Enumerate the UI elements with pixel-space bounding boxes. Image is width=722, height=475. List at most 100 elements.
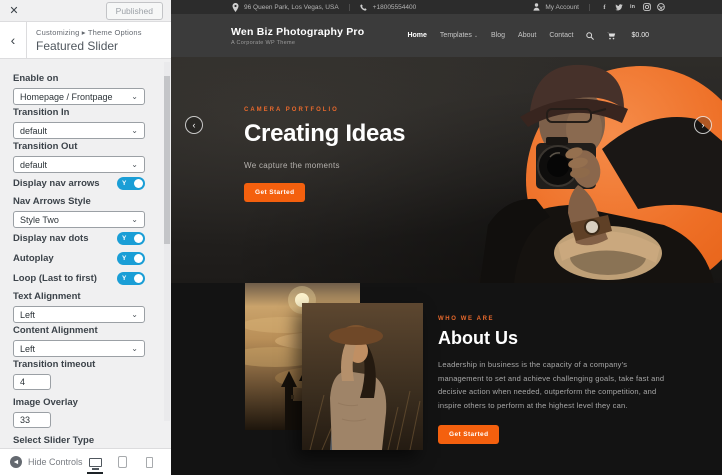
control-display-nav-arrows: Display nav arrows Y — [13, 177, 145, 190]
close-customizer-button[interactable]: ✕ — [0, 0, 28, 21]
controls-list: Enable on Homepage / Frontpage⌄ Transition… — [0, 59, 171, 448]
hero-title: Creating Ideas — [244, 120, 405, 148]
nav-item-about[interactable]: About — [518, 32, 536, 39]
hide-controls-button[interactable]: ◄ Hide Controls — [10, 456, 83, 468]
input-transition-timeout[interactable]: 4 — [13, 374, 51, 390]
hero-content: CAMERA PORTFOLIO Creating Ideas We captu… — [244, 107, 405, 202]
nav-item-label: Contact — [549, 32, 573, 39]
about-get-started-button[interactable]: Get Started — [438, 425, 499, 444]
control-label: Display nav arrows — [13, 179, 100, 189]
desktop-icon — [89, 458, 102, 467]
preview-tablet-button[interactable] — [114, 455, 130, 469]
control-label: Loop (Last to first) — [13, 274, 97, 284]
social-links: f in — [600, 3, 665, 12]
linkedin-icon[interactable]: in — [628, 3, 637, 12]
twitter-icon[interactable] — [614, 3, 623, 12]
my-account-link[interactable]: My Account — [545, 4, 579, 11]
control-label: Enable on — [13, 74, 145, 84]
site-title: Wen Biz Photography Pro — [231, 26, 364, 38]
control-display-nav-dots: Display nav dots Y — [13, 232, 145, 245]
control-content-alignment: Content Alignment Left ⌄ — [13, 326, 145, 357]
control-label: Display nav dots — [13, 234, 89, 244]
cart-icon[interactable] — [607, 32, 616, 40]
toggle-knob — [134, 254, 143, 263]
search-icon[interactable] — [586, 32, 594, 40]
nav-item-blog[interactable]: Blog — [491, 32, 505, 39]
nav-item-templates[interactable]: Templates⌄ — [440, 32, 478, 39]
nav-item-label: Templates — [440, 32, 472, 39]
facebook-icon[interactable]: f — [600, 3, 609, 12]
slider-next-arrow[interactable]: › — [694, 116, 712, 134]
published-button[interactable]: Published — [106, 2, 163, 20]
nav-items: Home Templates⌄ Blog About Contact — [407, 32, 573, 39]
nav-item-home[interactable]: Home — [407, 32, 426, 39]
dribbble-icon[interactable] — [656, 3, 665, 12]
customizer-sidebar: ✕ Published ‹ Customizing ▸ Theme Option… — [0, 0, 171, 475]
control-autoplay: Autoplay Y — [13, 252, 145, 265]
back-button[interactable]: ‹ — [0, 22, 27, 58]
topbar-phone[interactable]: +18005554400 — [373, 4, 417, 11]
chevron-down-icon: ⌄ — [474, 33, 478, 39]
control-label: Text Alignment — [13, 292, 145, 302]
tablet-icon — [118, 456, 127, 468]
hero-get-started-button[interactable]: Get Started — [244, 183, 305, 202]
select-nav-arrows-style[interactable]: Style Two ⌄ — [13, 211, 145, 228]
control-select-slider-type: Select Slider Type — [13, 436, 145, 446]
breadcrumb: Customizing ▸ Theme Options — [36, 28, 142, 37]
toggle-state-label: Y — [122, 180, 126, 187]
control-label: Nav Arrows Style — [13, 197, 145, 207]
select-transition-in[interactable]: default⌄ — [13, 122, 145, 139]
toggle-autoplay[interactable]: Y — [117, 252, 145, 265]
control-label: Autoplay — [13, 254, 54, 264]
toggle-knob — [134, 179, 143, 188]
section-header: ‹ Customizing ▸ Theme Options Featured S… — [0, 22, 171, 59]
control-label: Content Alignment — [13, 326, 145, 336]
sidebar-scrollbar[interactable] — [164, 62, 170, 421]
instagram-icon[interactable] — [642, 3, 651, 12]
wordpress-customizer-screen: ✕ Published ‹ Customizing ▸ Theme Option… — [0, 0, 722, 475]
chevron-down-icon: ⌄ — [131, 127, 138, 135]
about-content: WHO WE ARE About Us Leadership in busine… — [438, 316, 666, 444]
select-value: Left — [20, 310, 35, 320]
control-loop-last-to-first: Loop (Last to first) Y — [13, 272, 145, 285]
control-transition-out: Transition Outdefault⌄ — [13, 142, 145, 173]
slider-prev-arrow[interactable]: ‹ — [185, 116, 203, 134]
location-pin-icon — [231, 3, 239, 11]
input-image-overlay[interactable]: 33 — [13, 412, 51, 428]
cart-total[interactable]: $0.00 — [631, 32, 649, 39]
topbar-divider — [349, 4, 350, 11]
toggle-display-nav-arrows[interactable]: Y — [117, 177, 145, 190]
select-text-alignment[interactable]: Left ⌄ — [13, 306, 145, 323]
site-tagline: A Corporate WP Theme — [231, 40, 364, 46]
select-content-alignment[interactable]: Left ⌄ — [13, 340, 145, 357]
scrollbar-thumb[interactable] — [164, 76, 170, 244]
nav-item-contact[interactable]: Contact — [549, 32, 573, 39]
preview-mobile-button[interactable] — [141, 455, 157, 469]
select-value: Style Two — [20, 215, 59, 225]
about-section: WHO WE ARE About Us Leadership in busine… — [171, 283, 722, 475]
toggle-display-nav-dots[interactable]: Y — [117, 232, 145, 245]
site-branding[interactable]: Wen Biz Photography Pro A Corporate WP T… — [231, 26, 364, 46]
select-transition-out[interactable]: default⌄ — [13, 156, 145, 173]
hero-slider: ‹ › CAMERA PORTFOLIO Creating Ideas We c… — [171, 57, 722, 283]
chevron-down-icon: ⌄ — [131, 345, 138, 353]
chevron-down-icon: ⌄ — [131, 311, 138, 319]
control-nav-arrows-style: Nav Arrows Style Style Two ⌄ — [13, 197, 145, 228]
phone-icon — [360, 3, 368, 11]
toggle-loop-last-to-first[interactable]: Y — [117, 272, 145, 285]
control-text-alignment: Text Alignment Left ⌄ — [13, 292, 145, 323]
mobile-icon — [146, 457, 153, 468]
preview-header: Wen Biz Photography Pro A Corporate WP T… — [171, 14, 722, 57]
topbar-contact-group: 96 Queen Park, Los Vegas, USA +180055544… — [231, 3, 416, 11]
hero-kicker: CAMERA PORTFOLIO — [244, 107, 405, 113]
about-kicker: WHO WE ARE — [438, 316, 666, 322]
select-value: Left — [20, 344, 35, 354]
select-enable-on[interactable]: Homepage / Frontpage⌄ — [13, 88, 145, 105]
about-body-text: Leadership in business is the capacity o… — [438, 358, 666, 412]
nav-item-label: Blog — [491, 32, 505, 39]
chevron-down-icon: ⌄ — [131, 216, 138, 224]
chevron-down-icon: ⌄ — [131, 93, 138, 101]
preview-desktop-button[interactable] — [87, 455, 103, 469]
photographer-illustration — [450, 57, 722, 283]
toggle-state-label: Y — [122, 235, 126, 242]
